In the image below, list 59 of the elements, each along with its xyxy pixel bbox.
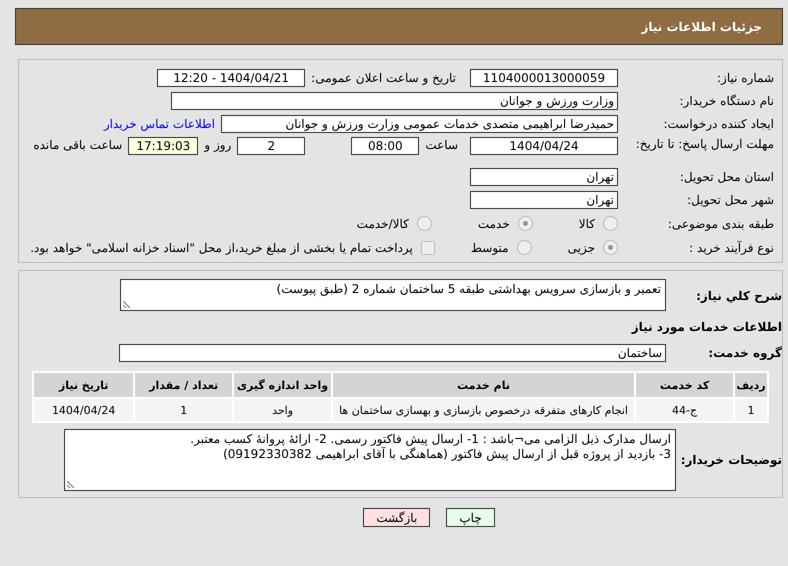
remaining-time-field: 17:19:03 [128,137,198,155]
column-header: نام خدمت [332,372,636,398]
option-label: کالا/خدمت [356,216,409,230]
option-label: متوسط [470,240,509,254]
field-label: تاریخ و ساعت اعلان عمومی: [311,71,456,85]
radio-button[interactable] [518,216,533,231]
radio-button[interactable] [603,216,618,231]
radio-button[interactable] [516,240,532,255]
field-label: توضیحات خریدار: [682,453,782,467]
resize-grip-icon [67,480,75,488]
section-heading: اطلاعات خدمات مورد نياز [630,320,782,334]
option-label: خدمت [478,216,510,230]
requester-field: حمیدرضا ابراهیمی متصدی خدمات عمومی وزارت ورزش و جوانان [221,115,618,133]
buyer-org-field: وزارت ورزش و جوانان [171,92,618,110]
table-cell: ج-44 [635,398,734,422]
field-label: مهلت ارسال پاسخ: تا تاریخ: [634,137,774,151]
days-field: 2 [237,137,306,155]
field-label: گروه خدمت: [707,346,782,360]
field-label: ساعت باقی مانده [33,138,122,152]
field-label: ساعت [425,138,458,152]
page-title: جزئیات اطلاعات نیاز [641,20,762,34]
description-textarea[interactable]: تعمیر و بازسازی سرویس بهداشتی طبقه 5 ساختمان شماره 2 (طبق پیوست) [120,279,666,311]
deadline-date-field: 1404/04/24 [470,137,618,155]
buyer-contact-link[interactable]: اطلاعات تماس خریدار [104,117,215,131]
option-label: جزیی [568,240,595,254]
column-header: تعداد / مقدار [134,372,234,398]
column-header: کد خدمت [635,372,734,398]
deadline-time-field: 08:00 [351,137,420,155]
payment-option-label: پرداخت تمام یا بخشی از مبلغ خرید،از محل "اسناد خزانه اسلامی" خواهد بود. [30,240,413,254]
field-label: ایجاد کننده درخواست: [662,117,774,131]
table-cell: 1 [134,398,234,422]
buyer-notes-textarea[interactable]: ارسال مدارک ذیل الزامی می¬باشد : 1- ارسال پیش فاکتور رسمی. 2- ارائۀ پروانۀ کسب معتبر. 3- بازدید از پروژه قبل از ارسال پیش فاکتور (هماهنگی با آقای ابراهیمی 09192330382) [64,429,676,491]
field-label: نام دستگاه خریدار: [678,94,774,108]
table-cell: 1 [734,398,768,422]
checkbox[interactable] [420,240,435,254]
option-label: کالا [578,216,595,230]
table-cell: انجام کارهای متفرقه درخصوص بازسازی و بهسازی ساختمان ها [332,398,636,422]
print-button[interactable]: چاپ [446,508,495,527]
column-header: ردیف [734,372,768,398]
field-label: شماره نیاز: [716,71,774,85]
field-label: نوع فرآیند خرید : [688,240,774,254]
field-label: طبقه بندی موضوعی: [666,216,774,230]
table-cell: 1404/04/24 [33,398,134,422]
back-button[interactable]: بازگشت [363,508,430,527]
field-label: روز و [204,138,232,152]
radio-button[interactable] [603,240,618,255]
table-cell: واحد [233,398,332,422]
city-field: تهران [470,191,618,209]
column-header: تاریخ نیاز [33,372,134,398]
need-number-field: 1104000013000059 [470,69,618,87]
service-group-field: ساختمان [119,344,666,362]
radio-button[interactable] [416,216,432,231]
province-field: تهران [470,168,618,186]
field-label: استان محل تحویل: [678,170,774,184]
field-label: شهر محل تحویل: [686,193,774,207]
field-label: شرح کلي نياز: [695,288,782,303]
column-header: واحد اندازه گیری [233,372,332,398]
announce-date-field: 1404/04/21 - 12:20 [157,69,306,87]
resize-grip-icon [123,300,131,308]
